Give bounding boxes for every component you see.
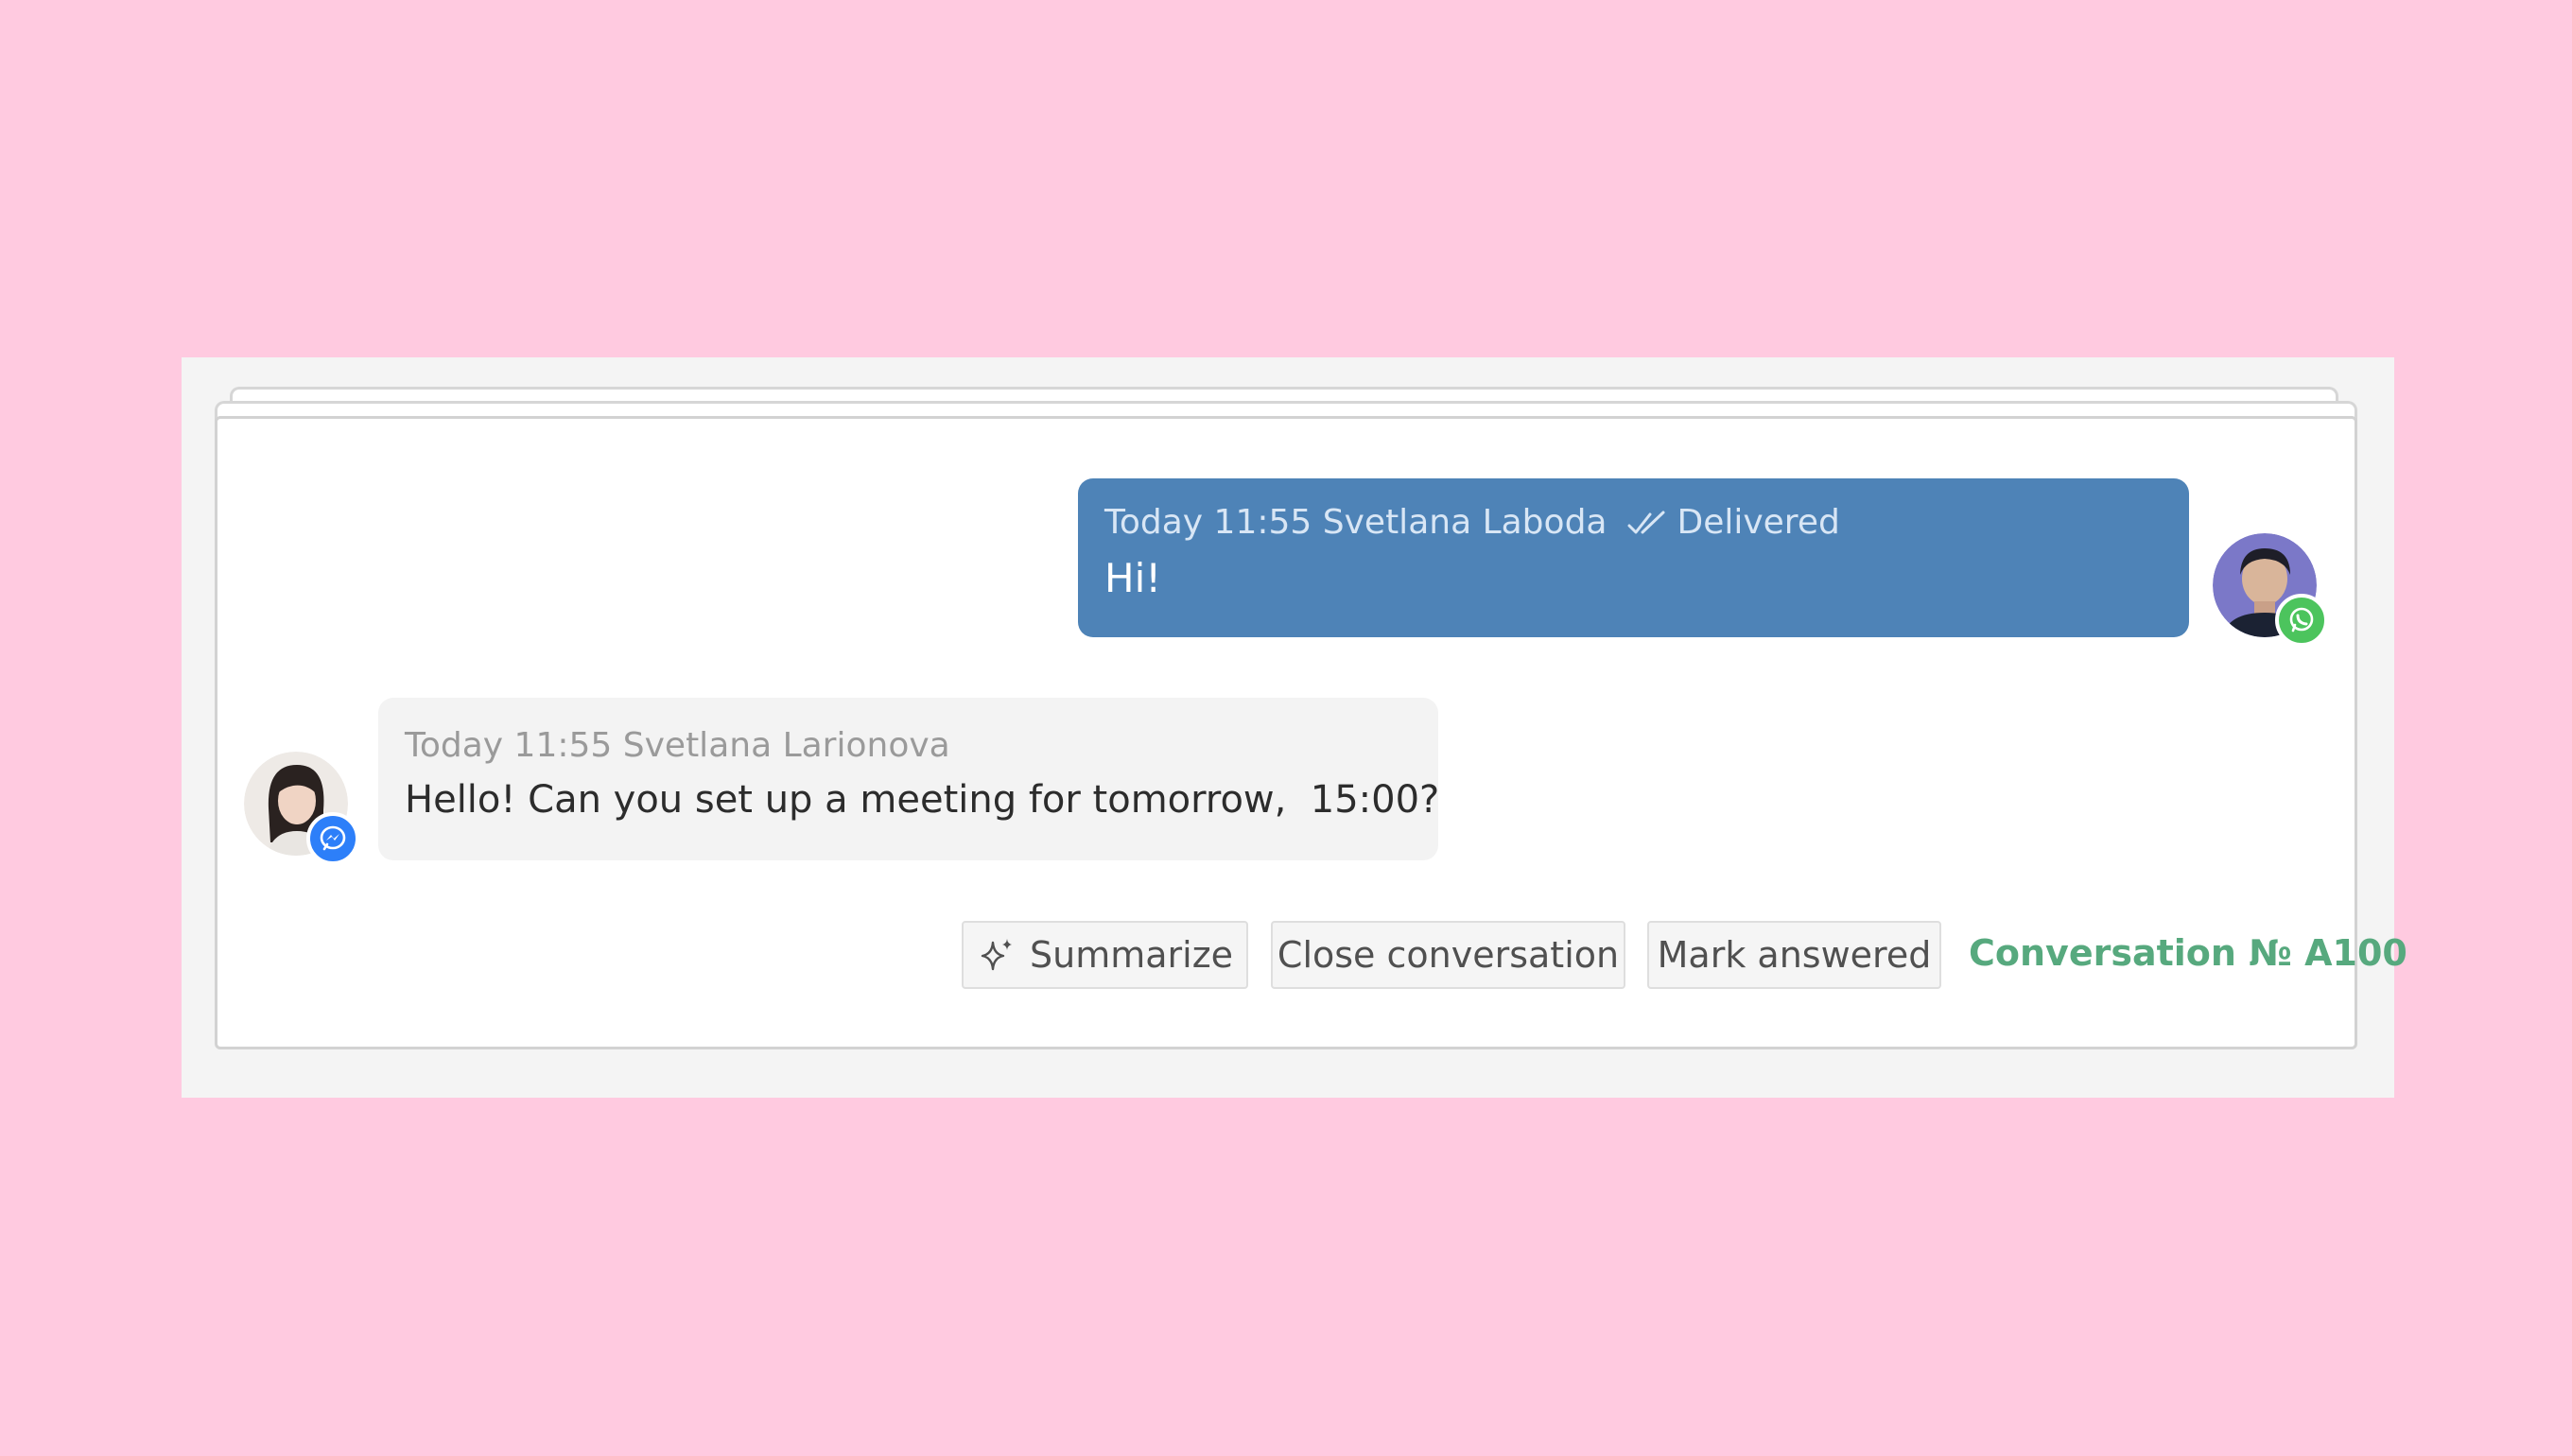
outgoing-message-text: Hi! [1104, 555, 1162, 601]
incoming-timestamp: Today 11:55 [405, 726, 613, 765]
close-conversation-button[interactable]: Close conversation [1271, 921, 1625, 989]
avatar-customer[interactable] [244, 752, 359, 865]
close-conversation-label: Close conversation [1277, 934, 1620, 976]
incoming-message-text: Hello! Can you set up a meeting for tomo… [405, 778, 1440, 822]
incoming-sender: Svetlana Larionova [622, 726, 950, 765]
incoming-message-meta: Today 11:55 Svetlana Larionova [405, 726, 1412, 765]
incoming-message-bubble: Today 11:55 Svetlana Larionova Hello! Ca… [378, 698, 1440, 860]
messenger-badge [306, 812, 359, 865]
outgoing-sender: Svetlana Laboda [1322, 503, 1608, 542]
summarize-button[interactable]: Summarize [962, 921, 1248, 989]
mark-answered-button[interactable]: Mark answered [1647, 921, 1941, 989]
conversation-number-link[interactable]: Conversation № A100 [1969, 932, 2407, 974]
sparkle-icon [981, 939, 1012, 971]
outgoing-timestamp: Today 11:55 [1104, 503, 1312, 542]
double-check-icon [1627, 511, 1665, 533]
outgoing-message-meta: Today 11:55 Svetlana Laboda Delivered [1104, 503, 2163, 542]
outgoing-message-bubble: Today 11:55 Svetlana Laboda Delivered Hi… [1078, 478, 2189, 637]
messenger-icon [320, 825, 346, 851]
mark-answered-label: Mark answered [1657, 934, 1932, 976]
summarize-label: Summarize [1029, 934, 1234, 976]
delivery-status: Delivered [1677, 503, 1840, 542]
avatar-agent[interactable] [2213, 533, 2328, 647]
whatsapp-icon [2289, 607, 2314, 633]
whatsapp-badge [2275, 594, 2328, 647]
